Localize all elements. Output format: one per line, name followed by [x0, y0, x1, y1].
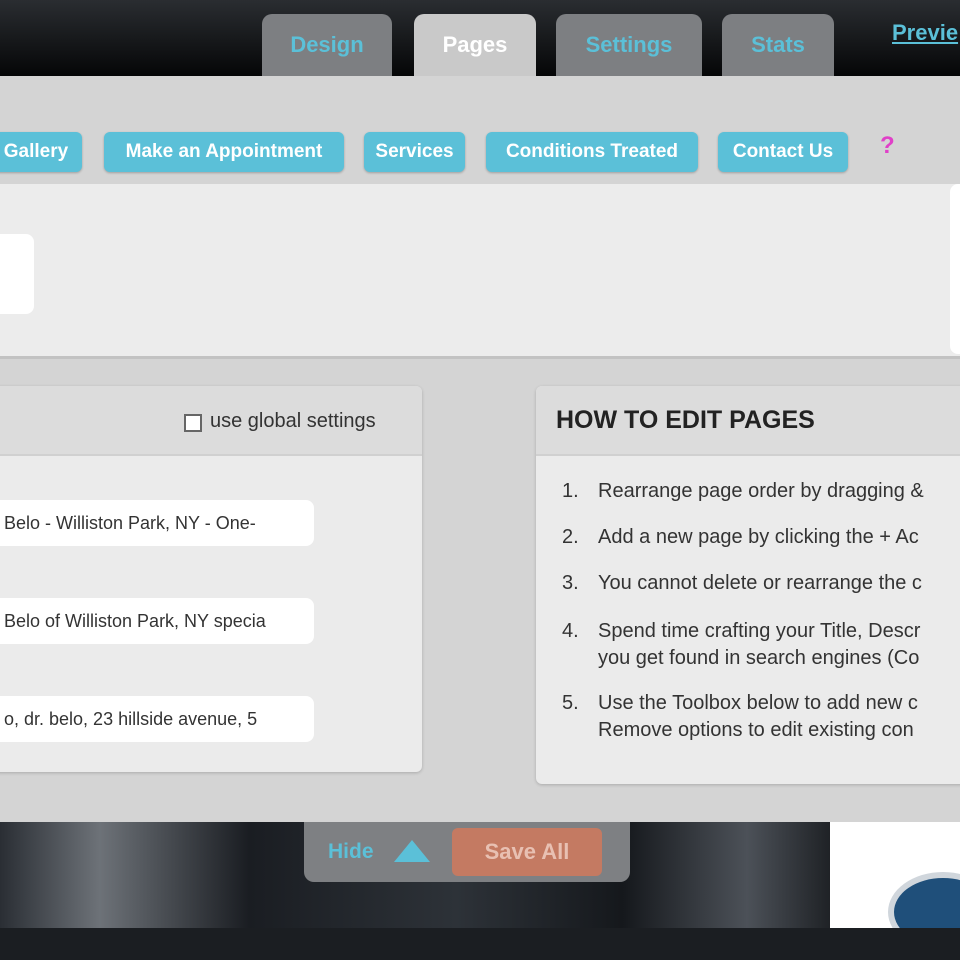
page-header-area: [0, 184, 960, 359]
header-side-box: [950, 184, 960, 354]
header-input-box[interactable]: [0, 234, 34, 314]
page-button-make-an-appointment[interactable]: Make an Appointment: [104, 132, 344, 172]
page-keywords-field[interactable]: o, dr. belo, 23 hillside avenue, 5: [0, 696, 314, 742]
how-to-edit-card: HOW TO EDIT PAGES 1. Rearrange page orde…: [536, 386, 960, 784]
collapse-arrow-icon[interactable]: [394, 840, 430, 862]
help-icon[interactable]: ?: [880, 132, 895, 160]
tab-pages[interactable]: Pages: [414, 14, 536, 76]
page-button-conditions-treated[interactable]: Conditions Treated: [486, 132, 698, 172]
page-button-contact-us[interactable]: Contact Us: [718, 132, 848, 172]
global-settings-checkbox[interactable]: [184, 414, 202, 432]
how-to-title: HOW TO EDIT PAGES: [556, 406, 815, 434]
top-bar: Design Pages Settings Stats Previe: [0, 0, 960, 76]
page-title-field[interactable]: Belo - Williston Park, NY - One-: [0, 500, 314, 546]
preview-link[interactable]: Previe: [892, 20, 958, 46]
pages-panel: Gallery Make an Appointment Services Con…: [0, 76, 960, 822]
page-button-gallery[interactable]: Gallery: [0, 132, 82, 172]
seo-card-header: use global settings: [0, 386, 422, 456]
page-button-services[interactable]: Services: [364, 132, 465, 172]
page-description-field[interactable]: Belo of Williston Park, NY specia: [0, 598, 314, 644]
site-nav-bar: [0, 928, 960, 960]
tab-settings[interactable]: Settings: [556, 14, 702, 76]
panel-control-bar: Hide Save All: [304, 822, 630, 882]
hide-button[interactable]: Hide: [328, 840, 374, 864]
tab-design[interactable]: Design: [262, 14, 392, 76]
tab-stats[interactable]: Stats: [722, 14, 834, 76]
save-all-button[interactable]: Save All: [452, 828, 602, 876]
seo-settings-card: use global settings Belo - Williston Par…: [0, 386, 422, 772]
global-settings-label: use global settings: [210, 410, 376, 432]
how-to-header: HOW TO EDIT PAGES: [536, 386, 960, 456]
